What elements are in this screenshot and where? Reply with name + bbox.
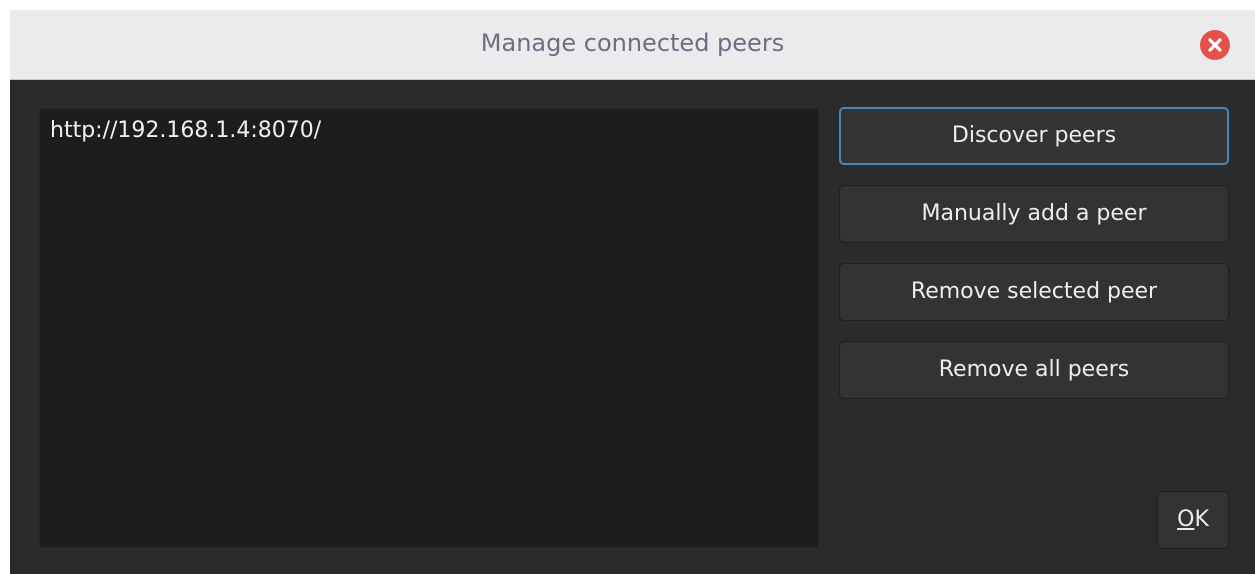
close-button[interactable] <box>1200 30 1230 60</box>
ok-label-rest: K <box>1194 507 1209 532</box>
close-icon <box>1208 38 1222 52</box>
ok-button[interactable]: OK <box>1157 491 1229 549</box>
manually-add-peer-button[interactable]: Manually add a peer <box>839 185 1229 243</box>
title-bar: Manage connected peers <box>10 10 1255 80</box>
peer-list[interactable]: http://192.168.1.4:8070/ <box>39 108 819 548</box>
manage-peers-dialog: Manage connected peers http://192.168.1.… <box>10 10 1255 574</box>
remove-all-peers-button[interactable]: Remove all peers <box>839 341 1229 399</box>
peer-list-item[interactable]: http://192.168.1.4:8070/ <box>50 115 808 147</box>
remove-selected-peer-button[interactable]: Remove selected peer <box>839 263 1229 321</box>
dialog-content: http://192.168.1.4:8070/ Discover peers … <box>10 80 1255 574</box>
discover-peers-button[interactable]: Discover peers <box>839 107 1229 165</box>
ok-mnemonic: O <box>1177 507 1195 532</box>
dialog-title: Manage connected peers <box>480 29 785 57</box>
